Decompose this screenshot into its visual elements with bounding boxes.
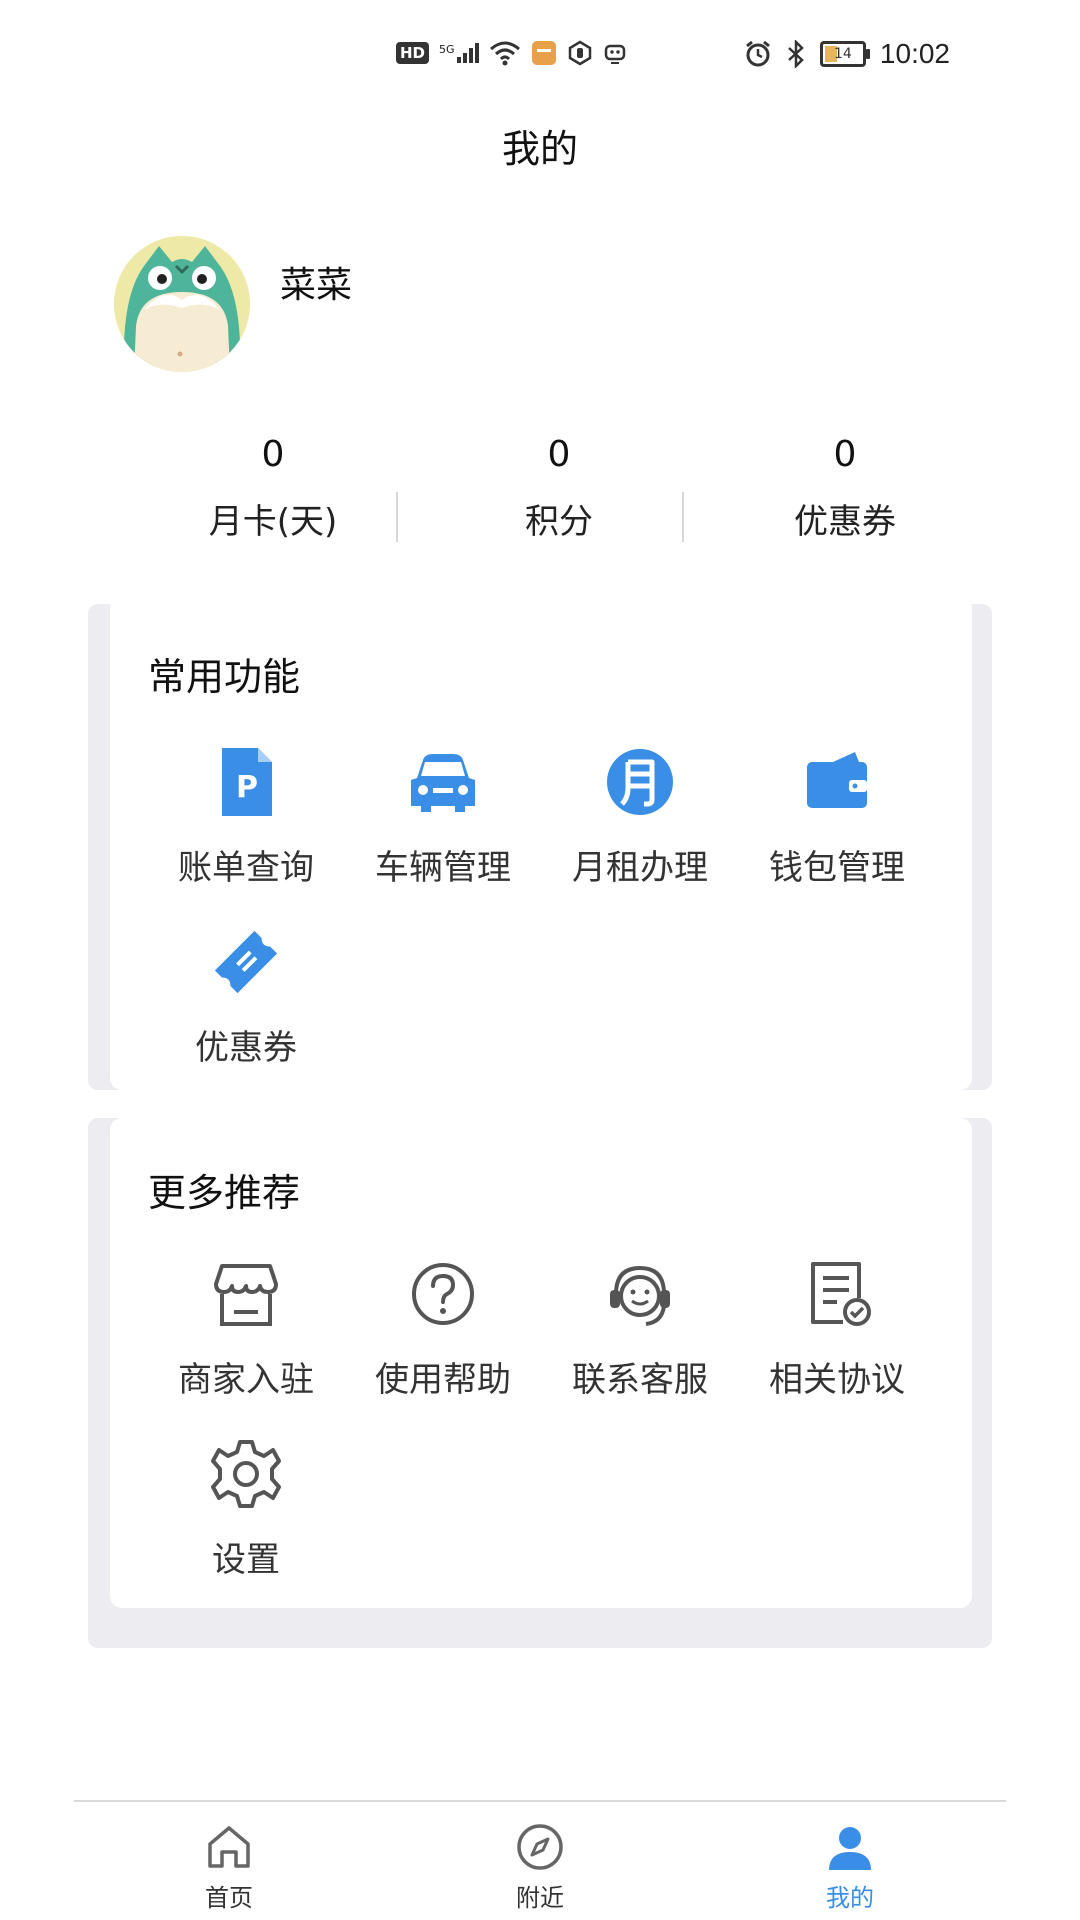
stat-label: 月卡(天) — [208, 502, 338, 542]
section-title: 常用功能 — [148, 655, 301, 699]
bill-query-item[interactable]: P 账单查询 — [146, 742, 346, 889]
stats-row: 0 月卡(天) 0 积分 0 优惠券 — [130, 430, 988, 550]
status-icons-left: HD 5G — [396, 40, 627, 66]
item-label: 月租办理 — [572, 848, 708, 888]
coupon-item[interactable]: 优惠券 — [146, 922, 346, 1069]
bluetooth-icon — [788, 40, 804, 68]
battery-level: 14 — [834, 46, 852, 62]
agreements-item[interactable]: 相关协议 — [737, 1254, 937, 1401]
monthly-rent-icon — [607, 749, 673, 815]
stat-monthly-card[interactable]: 0 月卡(天) — [130, 430, 416, 543]
parking-bill-icon: P — [222, 748, 272, 816]
usage-help-item[interactable]: 使用帮助 — [343, 1254, 543, 1401]
alarm-icon — [745, 40, 770, 67]
robot-icon — [604, 44, 625, 64]
item-label: 设置 — [212, 1540, 280, 1580]
coupon-icon — [214, 930, 278, 994]
item-label: 钱包管理 — [769, 848, 905, 888]
hd-badge: HD — [396, 42, 430, 64]
avatar-image — [114, 236, 250, 372]
item-label: 联系客服 — [572, 1360, 708, 1400]
status-icons-right: 14 10:02 — [744, 38, 950, 70]
merchant-join-item[interactable]: 商家入驻 — [146, 1254, 346, 1401]
tab-mine[interactable]: 我的 — [770, 1820, 930, 1913]
more-recommend-card: 更多推荐 商家入驻 使用帮助 联系客服 相关协议 设置 — [110, 1118, 972, 1608]
divider — [682, 492, 684, 542]
tab-bar-divider — [74, 1800, 1006, 1802]
tab-nearby[interactable]: 附近 — [460, 1820, 620, 1913]
status-bar: HD 5G 14 10:02 — [0, 0, 1080, 110]
battery-icon: 14 — [819, 41, 870, 67]
divider — [396, 492, 398, 542]
tab-label: 附近 — [516, 1884, 564, 1912]
item-label: 相关协议 — [769, 1360, 905, 1400]
stat-label: 积分 — [525, 502, 593, 542]
store-icon — [214, 1264, 278, 1326]
wifi-icon — [489, 41, 520, 66]
stat-value: 0 — [261, 434, 285, 475]
home-icon — [208, 1826, 250, 1868]
clock: 10:02 — [879, 38, 950, 69]
stat-coupons[interactable]: 0 优惠券 — [702, 430, 988, 543]
user-icon — [829, 1827, 871, 1870]
avatar[interactable] — [114, 236, 250, 372]
monthly-rent-item[interactable]: 月租办理 — [540, 742, 740, 889]
hand-icon — [568, 40, 591, 66]
username: 菜菜 — [280, 265, 353, 306]
compass-icon — [517, 1824, 563, 1870]
svg-text:P: P — [236, 770, 258, 805]
help-icon — [412, 1263, 474, 1325]
item-label: 优惠券 — [195, 1028, 297, 1068]
tab-label: 首页 — [205, 1884, 253, 1912]
wallet-management-item[interactable]: 钱包管理 — [737, 742, 937, 889]
car-icon — [411, 754, 475, 812]
app-notification-icon — [531, 41, 556, 65]
page-title: 我的 — [501, 127, 578, 171]
item-label: 账单查询 — [178, 848, 314, 888]
signal-icon: 5G — [439, 43, 479, 63]
item-label: 使用帮助 — [375, 1360, 511, 1400]
wallet-icon — [807, 752, 867, 808]
item-label: 车辆管理 — [375, 848, 511, 888]
stat-label: 优惠券 — [794, 502, 896, 542]
common-functions-card: 常用功能 P 账单查询 车辆管理 月租办理 钱包管理 优惠券 — [110, 596, 972, 1090]
stat-value: 0 — [833, 434, 857, 475]
tab-label: 我的 — [826, 1884, 874, 1912]
item-label: 商家入驻 — [178, 1360, 314, 1400]
agreement-icon — [811, 1262, 871, 1326]
signal-label: 5G — [439, 43, 455, 56]
contact-service-item[interactable]: 联系客服 — [540, 1254, 740, 1401]
settings-icon — [211, 1440, 281, 1508]
section-title: 更多推荐 — [148, 1171, 301, 1215]
settings-item[interactable]: 设置 — [146, 1434, 346, 1581]
vehicle-management-item[interactable]: 车辆管理 — [343, 742, 543, 889]
customer-service-icon — [610, 1265, 670, 1326]
tab-home[interactable]: 首页 — [149, 1820, 309, 1913]
stat-value: 0 — [547, 434, 571, 475]
stat-points[interactable]: 0 积分 — [416, 430, 702, 543]
